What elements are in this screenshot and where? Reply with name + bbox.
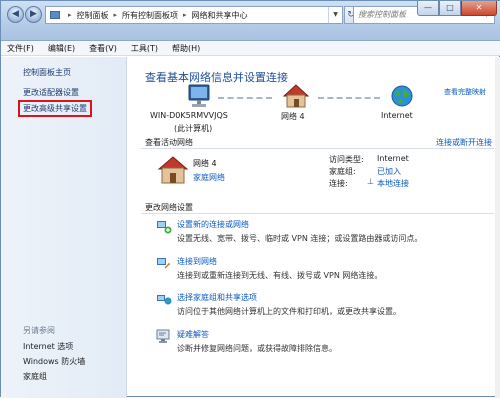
chevron-right-icon: ▸ xyxy=(68,11,72,19)
address-bar[interactable]: ▸ 控制面板 ▸ 所有控制面板项 ▸ 网络和共享中心 ▼ xyxy=(45,6,343,24)
homegroup-link[interactable]: 已加入 xyxy=(377,166,401,177)
window-controls: — □ ✕ xyxy=(417,1,497,17)
internet-label: Internet xyxy=(381,111,413,120)
access-type-label: 访问类型: xyxy=(329,155,364,164)
homegroup-sharing-link[interactable]: 选择家庭组和共享选项 xyxy=(177,292,257,303)
task-desc: 诊断并修复网络问题，或获得故障排除信息。 xyxy=(177,344,337,353)
house-icon xyxy=(158,156,188,184)
network-label: 网络 4 xyxy=(281,112,305,121)
menu-bar: 文件(F) 编辑(E) 查看(V) 工具(T) 帮助(H) xyxy=(1,41,500,56)
task-homegroup-sharing: 选择家庭组和共享选项 访问位于其他网络计算机上的文件和打印机，或更改共享设置。 xyxy=(156,291,486,321)
menu-edit[interactable]: 编辑(E) xyxy=(48,41,75,55)
map-network[interactable] xyxy=(276,84,316,110)
connect-disconnect-link[interactable]: 连接或断开连接 xyxy=(436,137,492,148)
house-icon xyxy=(282,84,310,108)
computer-icon xyxy=(188,84,210,107)
chevron-down-icon[interactable]: ▼ xyxy=(328,7,342,23)
task-desc: 设置无线、宽带、拨号、临时或 VPN 连接；或设置路由器或访问点。 xyxy=(177,234,423,243)
breadcrumb-item[interactable]: 网络和共享中心 xyxy=(192,10,248,21)
task-desc: 连接到或重新连接到无线、有线、拨号或 VPN 网络连接。 xyxy=(177,271,383,280)
access-type-value: Internet xyxy=(377,154,409,163)
minimize-button[interactable]: — xyxy=(417,1,439,16)
title-bar: ◀ ▶ ▸ 控制面板 ▸ 所有控制面板项 ▸ 网络和共享中心 ▼ ↻ 搜索控制面… xyxy=(1,1,500,41)
forward-button[interactable]: ▶ xyxy=(25,6,42,23)
sidebar-item-control-panel-home[interactable]: 控制面板主页 xyxy=(23,67,71,78)
map-connector-line xyxy=(318,97,380,99)
local-connection-link[interactable]: 本地连接 xyxy=(377,178,409,189)
globe-icon xyxy=(391,85,413,107)
troubleshoot-icon xyxy=(156,329,170,343)
full-map-link[interactable]: 查看完整映射 xyxy=(444,87,486,97)
highlight-box xyxy=(18,100,92,117)
task-new-connection: 设置新的连接或网络 设置无线、宽带、拨号、临时或 VPN 连接；或设置路由器或访… xyxy=(156,218,486,248)
network-type-link[interactable]: 家庭网络 xyxy=(193,172,225,183)
search-placeholder: 搜索控制面板 xyxy=(358,10,406,19)
chevron-right-icon: ▸ xyxy=(113,11,118,19)
task-troubleshoot: 疑难解答 诊断并修复网络问题，或获得故障排除信息。 xyxy=(156,328,486,358)
troubleshoot-link[interactable]: 疑难解答 xyxy=(177,329,209,340)
connect-network-icon xyxy=(157,258,170,269)
menu-view[interactable]: 查看(V) xyxy=(89,41,117,55)
maximize-button[interactable]: □ xyxy=(439,1,461,16)
new-connection-icon xyxy=(157,221,172,234)
see-also-title: 另请参阅 xyxy=(23,326,55,335)
breadcrumb-item[interactable]: 所有控制面板项 xyxy=(122,10,178,21)
scrollbar[interactable] xyxy=(495,57,500,398)
menu-help[interactable]: 帮助(H) xyxy=(172,41,200,55)
menu-file[interactable]: 文件(F) xyxy=(7,41,34,55)
network-adapter-icon: ⊥ xyxy=(367,177,374,186)
computer-name: WIN-D0K5RMVVJQS xyxy=(150,111,228,120)
left-pane: 控制面板主页 更改适配器设置 更改高级共享设置 另请参阅 Internet 选项… xyxy=(1,57,127,398)
menu-tools[interactable]: 工具(T) xyxy=(131,41,158,55)
back-button[interactable]: ◀ xyxy=(7,6,24,23)
divider xyxy=(141,148,494,149)
sidebar-item-homegroup[interactable]: 家庭组 xyxy=(23,371,47,382)
sidebar-item-adapter-settings[interactable]: 更改适配器设置 xyxy=(23,87,79,98)
chevron-right-icon: ▸ xyxy=(183,11,187,19)
active-network-name: 网络 4 xyxy=(193,159,217,168)
computer-sub: (此计算机) xyxy=(174,124,213,133)
breadcrumb-item[interactable]: 控制面板 xyxy=(77,10,109,21)
connect-network-link[interactable]: 连接到网络 xyxy=(177,256,217,267)
task-connect-network: 连接到网络 连接到或重新连接到无线、有线、拨号或 VPN 网络连接。 xyxy=(156,255,486,285)
folder-icon xyxy=(50,11,60,19)
divider xyxy=(141,213,494,214)
homegroup-icon xyxy=(157,295,172,305)
connection-label: 连接: xyxy=(329,179,348,188)
homegroup-label: 家庭组: xyxy=(329,167,356,176)
map-connector-line xyxy=(218,97,272,99)
new-connection-link[interactable]: 设置新的连接或网络 xyxy=(177,219,249,230)
map-internet[interactable] xyxy=(384,84,420,110)
active-networks-title: 查看活动网络 xyxy=(145,138,193,147)
main-pane: 查看基本网络信息并设置连接 查看完整映射 WIN-D0K5RMVVJQS (此计… xyxy=(128,57,500,398)
sidebar-item-internet-options[interactable]: Internet 选项 xyxy=(23,341,73,352)
network-sharing-center-window: ◀ ▶ ▸ 控制面板 ▸ 所有控制面板项 ▸ 网络和共享中心 ▼ ↻ 搜索控制面… xyxy=(0,0,500,398)
close-button[interactable]: ✕ xyxy=(461,1,497,16)
sidebar-item-windows-firewall[interactable]: Windows 防火墙 xyxy=(23,356,85,367)
change-settings-title: 更改网络设置 xyxy=(145,203,193,212)
task-desc: 访问位于其他网络计算机上的文件和打印机，或更改共享设置。 xyxy=(177,307,401,316)
